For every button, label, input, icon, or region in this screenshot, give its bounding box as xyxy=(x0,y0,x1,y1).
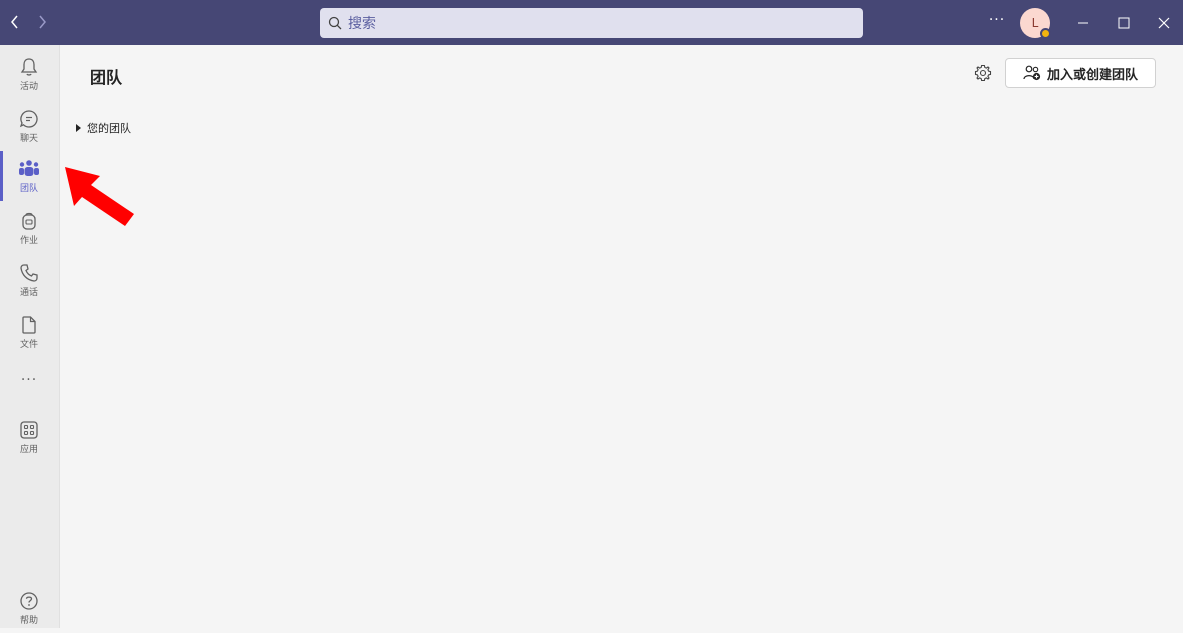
close-icon xyxy=(1158,17,1170,29)
maximize-icon xyxy=(1118,17,1130,29)
rail-item-apps[interactable]: 应用 xyxy=(0,412,58,462)
avatar-initial: L xyxy=(1031,16,1039,30)
rail-label: 应用 xyxy=(19,445,38,455)
more-options-button[interactable]: ··· xyxy=(986,12,1008,32)
minimize-icon xyxy=(1078,22,1088,24)
join-button-label: 加入或创建团队 xyxy=(1046,67,1138,83)
your-teams-label: 您的团队 xyxy=(87,122,131,135)
your-teams-section[interactable]: 您的团队 xyxy=(76,120,131,136)
chevron-left-icon xyxy=(11,15,18,29)
rail-label: 团队 xyxy=(19,184,38,194)
people-add-icon xyxy=(1023,65,1041,81)
caret-right-icon xyxy=(76,124,81,132)
search-input[interactable]: 搜索 xyxy=(320,8,863,38)
close-button[interactable] xyxy=(1151,10,1177,36)
join-or-create-team-button[interactable]: 加入或创建团队 xyxy=(1005,58,1156,88)
rail-label: 作业 xyxy=(19,236,38,246)
rail-label: 文件 xyxy=(19,340,38,350)
avatar[interactable]: L xyxy=(1020,8,1051,39)
teams-icon xyxy=(19,160,39,176)
rail-item-activity[interactable]: 活动 xyxy=(0,49,58,99)
help-icon xyxy=(20,592,38,610)
rail-item-teams[interactable]: 团队 xyxy=(0,151,58,201)
search-placeholder: 搜索 xyxy=(348,16,376,32)
maximize-button[interactable] xyxy=(1111,10,1137,36)
file-icon xyxy=(22,316,36,334)
gear-icon xyxy=(974,64,992,82)
red-arrow-annotation xyxy=(65,167,134,226)
forward-button[interactable] xyxy=(32,12,52,32)
more-apps-button[interactable]: ··· xyxy=(0,372,58,394)
rail-label: 通话 xyxy=(19,288,38,298)
apps-icon xyxy=(20,421,38,439)
rail-item-files[interactable]: 文件 xyxy=(0,307,58,357)
phone-icon xyxy=(20,264,38,282)
back-button[interactable] xyxy=(5,12,25,32)
title-bar: 搜索 ··· L xyxy=(0,0,1183,45)
minimize-button[interactable] xyxy=(1070,10,1096,36)
presence-status-icon xyxy=(1040,28,1051,39)
chat-icon xyxy=(19,110,38,128)
rail-label: 聊天 xyxy=(19,134,38,144)
search-icon xyxy=(328,16,342,30)
rail-item-assignments[interactable]: 作业 xyxy=(0,203,58,253)
settings-button[interactable] xyxy=(972,62,994,84)
app-bar: 活动 聊天 团队 作业 通话 文件 ··· 应用 帮助 xyxy=(0,45,60,628)
rail-item-help[interactable]: 帮助 xyxy=(0,583,58,633)
bell-icon xyxy=(20,58,38,76)
rail-item-calls[interactable]: 通话 xyxy=(0,255,58,305)
rail-label: 帮助 xyxy=(19,616,38,626)
page-title: 团队 xyxy=(90,68,123,87)
chevron-right-icon xyxy=(39,15,46,29)
rail-item-chat[interactable]: 聊天 xyxy=(0,101,58,151)
rail-label: 活动 xyxy=(19,82,38,92)
backpack-icon xyxy=(22,212,36,230)
